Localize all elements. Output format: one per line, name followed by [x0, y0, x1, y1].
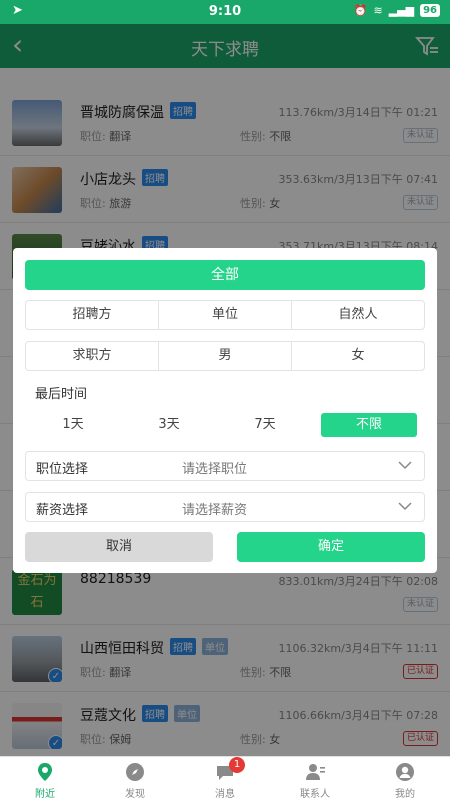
chevron-down-icon — [398, 502, 412, 511]
salary-select-placeholder: 请选择薪资 — [182, 503, 248, 518]
alarm-icon: ⏰ — [353, 4, 368, 17]
recruiter-filter-group: 招聘方 单位 自然人 — [25, 300, 425, 330]
location-pin-icon — [38, 763, 52, 781]
time-option-1day[interactable]: 1天 — [25, 413, 121, 437]
status-bar: ➤ 9:10 ⏰ ≋ ▂▄▆ 96 — [0, 0, 450, 24]
filter-female-option[interactable]: 女 — [292, 342, 424, 370]
tab-profile[interactable]: 我的 — [360, 757, 450, 800]
seeker-filter-group: 求职方 男 女 — [25, 341, 425, 371]
filter-individual-option[interactable]: 自然人 — [292, 301, 424, 329]
filter-recruiter-option[interactable]: 招聘方 — [26, 301, 159, 329]
tab-discover[interactable]: 发现 — [90, 757, 180, 800]
chevron-down-icon — [398, 461, 412, 470]
tab-contacts[interactable]: 联系人 — [270, 757, 360, 800]
tab-messages[interactable]: 1 消息 — [180, 757, 270, 800]
salary-select[interactable]: 薪资选择 请选择薪资 — [25, 492, 425, 522]
cancel-button[interactable]: 取消 — [25, 532, 213, 562]
confirm-button[interactable]: 确定 — [237, 532, 425, 562]
filter-all-button[interactable]: 全部 — [25, 260, 425, 290]
tab-nearby[interactable]: 附近 — [0, 757, 90, 800]
battery-indicator: 96 — [420, 4, 440, 17]
time-option-unlimited[interactable]: 不限 — [321, 413, 417, 437]
time-option-3day[interactable]: 3天 — [121, 413, 217, 437]
last-time-label: 最后时间 — [35, 387, 88, 402]
position-select[interactable]: 职位选择 请选择职位 — [25, 451, 425, 481]
filter-company-option[interactable]: 单位 — [159, 301, 292, 329]
bottom-tab-bar: 附近 发现 1 消息 联系人 我的 — [0, 756, 450, 800]
position-select-placeholder: 请选择职位 — [182, 462, 248, 477]
time-option-7day[interactable]: 7天 — [217, 413, 313, 437]
message-count-badge: 1 — [229, 757, 245, 773]
signal-icon: ▂▄▆ — [388, 4, 415, 17]
user-avatar-icon — [396, 763, 414, 781]
wifi-icon: ≋ — [373, 4, 383, 17]
position-select-label: 职位选择 — [36, 462, 89, 477]
filter-male-option[interactable]: 男 — [159, 342, 292, 370]
salary-select-label: 薪资选择 — [36, 503, 89, 518]
filter-seeker-option[interactable]: 求职方 — [26, 342, 159, 370]
compass-icon — [126, 763, 144, 781]
status-icons: ⏰ ≋ ▂▄▆ 96 — [354, 4, 440, 17]
time-filter-group: 1天 3天 7天 不限 — [25, 413, 425, 437]
filter-dialog: 全部 招聘方 单位 自然人 求职方 男 女 最后时间 1天 3天 7天 不限 职… — [13, 248, 437, 573]
contacts-icon — [306, 764, 325, 780]
